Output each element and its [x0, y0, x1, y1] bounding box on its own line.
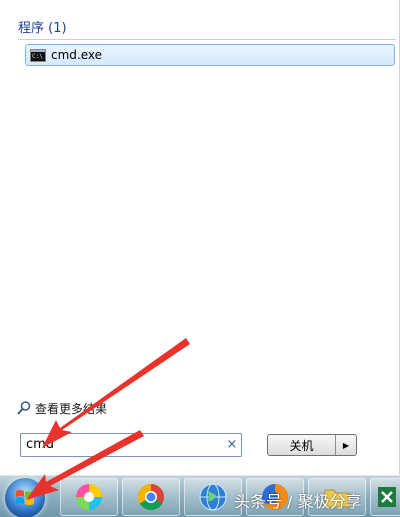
programs-group-header: 程序 (1) [18, 20, 396, 40]
pinwheel-icon [76, 484, 102, 510]
taskbar-excel[interactable] [370, 478, 400, 516]
shutdown-button[interactable]: 关机 [268, 435, 336, 455]
windows-logo-icon [16, 490, 34, 505]
result-item-cmd[interactable]: C:\ cmd.exe [25, 44, 395, 66]
clear-search-icon[interactable]: × [223, 434, 241, 456]
see-more-results-link[interactable]: 查看更多结果 [16, 399, 107, 417]
cmd-icon: C:\ [30, 48, 46, 62]
result-label: cmd.exe [51, 48, 103, 62]
taskbar-pinwheel-app[interactable] [60, 478, 118, 516]
globe-icon [199, 483, 227, 511]
excel-icon [378, 487, 396, 507]
see-more-label: 查看更多结果 [35, 401, 108, 416]
search-input[interactable]: cmd × [20, 433, 242, 457]
taskbar-chrome[interactable] [122, 478, 180, 516]
magnifier-icon [17, 401, 31, 415]
chrome-icon [137, 483, 164, 511]
search-value: cmd [26, 437, 55, 452]
shutdown-button-group: 关机 ▶ [267, 434, 357, 456]
watermark: 头条号 / 聚极分享 [234, 492, 362, 511]
shutdown-options-arrow-icon[interactable]: ▶ [336, 435, 356, 455]
start-menu: 程序 (1) C:\ cmd.exe 查看更多结果 cmd × 关机 ▶ [0, 0, 400, 475]
start-button[interactable] [5, 478, 45, 517]
